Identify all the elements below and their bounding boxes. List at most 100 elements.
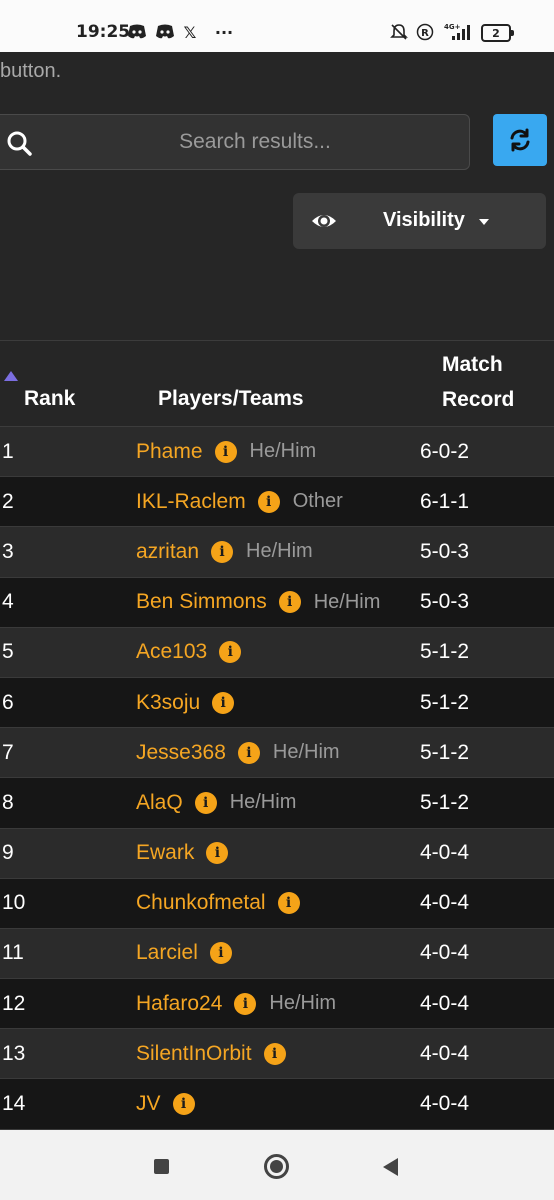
standings-table-body: 1 Phame i He/Him 6-0-2 2 IKL-Raclem i Other 6-1-1… [0,427,554,1130]
rank-cell: 14 [2,1092,26,1116]
table-row: 14 JV i 4-0-4 [0,1079,554,1130]
info-icon[interactable]: i [172,1093,195,1116]
match-record-cell: 5-1-2 [420,640,470,664]
player-name-link[interactable]: AlaQ [136,791,183,815]
player-name-link[interactable]: Phame [136,440,203,464]
signal-4g-icon: 4G+ [442,21,474,43]
player-name-link[interactable]: SilentInOrbit [136,1042,252,1066]
battery-icon: 2 [481,24,514,42]
pronoun-label: He/Him [272,741,340,764]
table-row: 1 Phame i He/Him 6-0-2 [0,427,554,478]
rank-cell: 6 [2,690,14,714]
recents-square-icon[interactable] [154,1159,169,1174]
player-cell: azritan i He/Him [136,540,313,564]
match-record-cell: 4-0-4 [420,841,470,865]
column-header-players[interactable]: Players/Teams [158,381,304,416]
refresh-button[interactable] [493,114,547,166]
player-name-link[interactable]: Hafaro24 [136,992,222,1016]
pronoun-label: He/Him [269,992,337,1015]
player-name-link[interactable]: Ace103 [136,640,207,664]
chevron-down-icon [479,219,489,225]
info-icon[interactable]: i [212,691,235,714]
rank-cell: 3 [2,539,14,563]
match-record-cell: 4-0-4 [420,991,470,1015]
info-icon[interactable]: i [211,540,234,563]
rank-cell: 4 [2,590,14,614]
info-icon[interactable]: i [277,892,300,915]
match-record-cell: 5-1-2 [420,690,470,714]
search-bar[interactable] [0,114,470,170]
svg-text:4G+: 4G+ [444,23,461,31]
pronoun-label: He/Him [249,440,317,463]
info-icon[interactable]: i [219,641,242,664]
info-icon[interactable]: i [237,741,260,764]
player-cell: Ace103 i [136,640,242,664]
player-name-link[interactable]: IKL-Raclem [136,490,246,514]
info-icon[interactable]: i [263,1042,286,1065]
player-name-link[interactable]: Larciel [136,941,198,965]
bell-off-icon [388,21,410,43]
match-record-cell: 5-1-2 [420,790,470,814]
match-record-cell: 5-0-3 [420,539,470,563]
rank-cell: 2 [2,489,14,513]
match-record-cell: 6-0-2 [420,439,470,463]
column-header-record-line1: Match [442,353,503,376]
player-name-link[interactable]: Jesse368 [136,741,226,765]
player-name-link[interactable]: Chunkofmetal [136,891,266,915]
rank-cell: 1 [2,439,14,463]
intro-text: button. [0,60,62,82]
search-input[interactable] [55,115,455,169]
player-name-link[interactable]: JV [136,1092,161,1116]
table-row: 8 AlaQ i He/Him 5-1-2 [0,778,554,829]
player-cell: Phame i He/Him [136,440,316,464]
visibility-label: Visibility [383,209,465,231]
discord-icon [126,21,148,43]
column-header-rank[interactable]: Rank [24,381,75,416]
rank-cell: 13 [2,1041,26,1065]
svg-text:R: R [421,28,429,39]
player-cell: K3soju i [136,691,235,715]
back-triangle-icon[interactable] [383,1158,398,1176]
home-circle-icon[interactable] [264,1154,289,1179]
status-bar: 19:25 𝕏 ··· R 4G+ 2 [0,0,554,52]
rank-cell: 10 [2,891,26,915]
table-row: 12 Hafaro24 i He/Him 4-0-4 [0,979,554,1030]
player-cell: Hafaro24 i He/Him [136,992,336,1016]
info-icon[interactable]: i [214,440,237,463]
info-icon[interactable]: i [206,842,229,865]
info-icon[interactable]: i [278,591,301,614]
pronoun-label: Other [292,490,343,513]
player-name-link[interactable]: Ewark [136,841,194,865]
player-name-link[interactable]: K3soju [136,691,200,715]
table-row: 9 Ewark i 4-0-4 [0,828,554,879]
info-icon[interactable]: i [257,490,280,513]
info-icon[interactable]: i [194,791,217,814]
table-header: Rank Players/Teams Match Record [0,340,554,427]
pronoun-label: He/Him [313,590,381,613]
refresh-icon [510,128,530,152]
player-cell: AlaQ i He/Him [136,791,296,815]
table-row: 4 Ben Simmons i He/Him 5-0-3 [0,577,554,628]
player-cell: SilentInOrbit i [136,1042,286,1066]
eye-icon [312,215,336,227]
player-name-link[interactable]: Ben Simmons [136,590,267,614]
player-cell: Jesse368 i He/Him [136,741,340,765]
column-header-record[interactable]: Match Record [442,347,552,417]
info-icon[interactable]: i [234,992,257,1015]
info-icon[interactable]: i [209,942,232,965]
table-row: 2 IKL-Raclem i Other 6-1-1 [0,477,554,528]
match-record-cell: 4-0-4 [420,1041,470,1065]
table-row: 13 SilentInOrbit i 4-0-4 [0,1029,554,1080]
match-record-cell: 4-0-4 [420,891,470,915]
player-cell: IKL-Raclem i Other [136,490,343,514]
pronoun-label: He/Him [229,791,297,814]
table-row: 10 Chunkofmetal i 4-0-4 [0,878,554,929]
table-row: 7 Jesse368 i He/Him 5-1-2 [0,728,554,779]
player-cell: JV i [136,1092,195,1116]
match-record-cell: 5-1-2 [420,740,470,764]
sort-ascending-icon[interactable] [4,371,18,381]
player-name-link[interactable]: azritan [136,540,199,564]
visibility-dropdown-button[interactable]: Visibility [293,193,546,249]
pronoun-label: He/Him [246,540,313,563]
rank-cell: 7 [2,740,14,764]
